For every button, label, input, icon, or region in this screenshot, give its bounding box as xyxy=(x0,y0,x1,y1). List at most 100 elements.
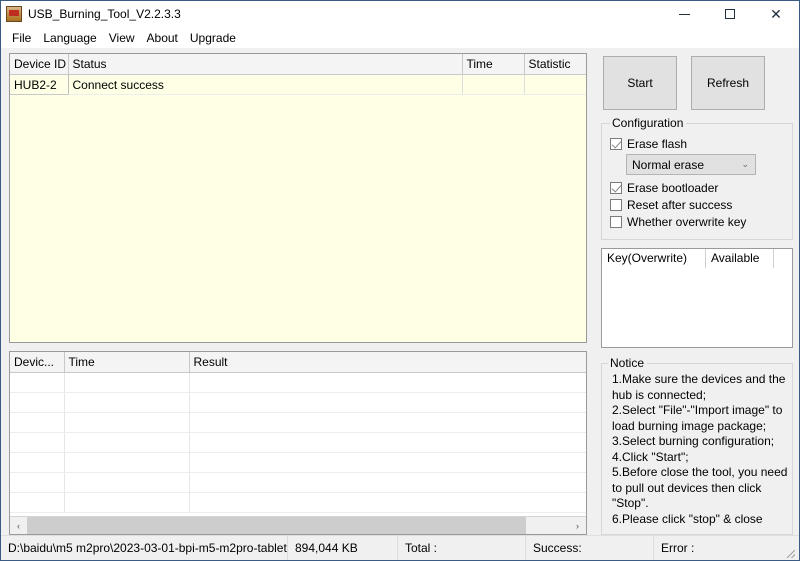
notice-line: 5.Before close the tool, you need to pul… xyxy=(612,465,788,510)
result-cell-result xyxy=(189,432,586,453)
result-cell-result xyxy=(189,412,586,433)
scroll-left-arrow-icon[interactable]: ‹ xyxy=(10,517,27,534)
result-col-time[interactable]: Time xyxy=(64,352,190,373)
configuration-legend: Configuration xyxy=(612,116,684,130)
checkbox-whether-overwrite-key[interactable]: Whether overwrite key xyxy=(610,215,786,229)
table-row[interactable]: HUB2-2 Connect success xyxy=(10,74,586,95)
menu-item-view[interactable]: View xyxy=(103,29,141,47)
result-cell-device xyxy=(10,432,65,453)
status-bar: D:\baidu\m5 m2pro\2023-03-01-bpi-m5-m2pr… xyxy=(1,535,799,560)
device-list[interactable]: Device ID Status Time Statistic HUB2-2 C… xyxy=(9,53,587,343)
menu-item-file[interactable]: File xyxy=(6,29,37,47)
device-cell-device-id: HUB2-2 xyxy=(10,74,69,95)
result-cell-result xyxy=(189,492,586,513)
result-cell-time xyxy=(64,452,190,473)
refresh-button[interactable]: Refresh xyxy=(691,56,765,110)
result-col-result[interactable]: Result xyxy=(189,352,586,373)
checkbox-reset-after-success-box-icon[interactable] xyxy=(610,199,622,211)
checkbox-erase-flash[interactable]: Erase flash xyxy=(610,137,786,151)
table-row[interactable] xyxy=(10,412,586,433)
menu-item-language[interactable]: Language xyxy=(37,29,102,47)
left-pane: Device ID Status Time Statistic HUB2-2 C… xyxy=(1,48,595,535)
result-cell-result xyxy=(189,472,586,493)
key-list[interactable]: Key(Overwrite) Available xyxy=(601,248,793,348)
table-row[interactable] xyxy=(10,452,586,473)
table-row[interactable] xyxy=(10,432,586,453)
checkbox-erase-flash-box-icon[interactable] xyxy=(610,138,622,150)
result-col-device[interactable]: Devic... xyxy=(10,352,65,373)
result-cell-time xyxy=(64,392,190,413)
device-col-device-id[interactable]: Device ID xyxy=(10,54,69,75)
scrollbar-thumb[interactable] xyxy=(27,517,526,534)
device-cell-status: Connect success xyxy=(68,74,463,95)
menu-item-upgrade[interactable]: Upgrade xyxy=(184,29,242,47)
resize-grip-icon[interactable] xyxy=(783,546,797,560)
result-list-table: Devic... Time Result xyxy=(10,352,586,513)
checkbox-erase-bootloader[interactable]: Erase bootloader xyxy=(610,181,786,195)
table-row[interactable] xyxy=(10,492,586,513)
result-cell-device xyxy=(10,392,65,413)
action-buttons: Start Refresh xyxy=(603,56,793,110)
result-list-header-row: Devic... Time Result xyxy=(10,352,586,373)
maximize-button[interactable] xyxy=(707,1,753,27)
status-image-path: D:\baidu\m5 m2pro\2023-03-01-bpi-m5-m2pr… xyxy=(1,536,288,560)
result-cell-result xyxy=(189,372,586,393)
status-success: Success: xyxy=(526,536,654,560)
result-cell-result xyxy=(189,452,586,473)
checkbox-whether-overwrite-key-label: Whether overwrite key xyxy=(627,215,747,229)
result-list-body xyxy=(10,372,586,513)
result-cell-result xyxy=(189,392,586,413)
scroll-right-arrow-icon[interactable]: › xyxy=(569,517,586,534)
result-cell-time xyxy=(64,492,190,513)
maximize-icon xyxy=(725,9,735,19)
result-cell-device xyxy=(10,472,65,493)
device-cell-statistic xyxy=(524,74,586,95)
result-cell-device xyxy=(10,492,65,513)
key-col-key-overwrite[interactable]: Key(Overwrite) xyxy=(602,249,706,268)
status-total: Total : xyxy=(398,536,526,560)
checkbox-reset-after-success-label: Reset after success xyxy=(627,198,733,212)
configuration-group: Configuration Erase flash Normal erase ⌄… xyxy=(601,116,793,240)
window-title: USB_Burning_Tool_V2.2.3.3 xyxy=(28,7,181,21)
notice-line: 6.Please click "stop" & close xyxy=(612,511,763,526)
notice-list: 1.Make sure the devices and the hub is c… xyxy=(608,372,788,527)
chevron-down-icon[interactable]: ⌄ xyxy=(741,159,749,170)
start-button[interactable]: Start xyxy=(603,56,677,110)
result-cell-time xyxy=(64,472,190,493)
menu-item-about[interactable]: About xyxy=(141,29,184,47)
result-list-horizontal-scrollbar[interactable]: ‹ › xyxy=(10,516,586,534)
checkbox-erase-bootloader-box-icon[interactable] xyxy=(610,182,622,194)
result-list-scroll-area[interactable]: Devic... Time Result xyxy=(10,352,586,516)
table-row[interactable] xyxy=(10,472,586,493)
notice-legend: Notice xyxy=(610,356,645,370)
table-row[interactable] xyxy=(10,392,586,413)
minimize-button[interactable] xyxy=(661,1,707,27)
scrollbar-track[interactable] xyxy=(27,517,569,534)
device-col-time[interactable]: Time xyxy=(462,54,525,75)
erase-mode-dropdown[interactable]: Normal erase ⌄ xyxy=(626,154,756,175)
right-pane: Start Refresh Configuration Erase flash … xyxy=(595,48,799,535)
table-row[interactable] xyxy=(10,372,586,393)
result-cell-time xyxy=(64,432,190,453)
key-col-available[interactable]: Available xyxy=(706,249,774,268)
title-bar: USB_Burning_Tool_V2.2.3.3 ✕ xyxy=(1,1,799,27)
result-cell-device xyxy=(10,452,65,473)
menu-bar: File Language View About Upgrade xyxy=(1,27,799,48)
close-icon: ✕ xyxy=(770,6,782,22)
device-col-status[interactable]: Status xyxy=(68,54,463,75)
result-list[interactable]: Devic... Time Result ‹ › xyxy=(9,351,587,535)
checkbox-erase-flash-label: Erase flash xyxy=(627,137,688,151)
window-controls: ✕ xyxy=(661,1,799,27)
result-cell-time xyxy=(64,412,190,433)
device-list-body: HUB2-2 Connect success xyxy=(10,74,586,95)
checkbox-reset-after-success[interactable]: Reset after success xyxy=(610,198,786,212)
notice-line: 3.Select burning configuration; xyxy=(612,434,775,448)
checkbox-whether-overwrite-key-box-icon[interactable] xyxy=(610,216,622,228)
minimize-icon xyxy=(678,13,690,15)
result-cell-device xyxy=(10,412,65,433)
close-button[interactable]: ✕ xyxy=(753,1,799,27)
device-col-statistic[interactable]: Statistic xyxy=(524,54,586,75)
notice-line: 4.Click "Start"; xyxy=(612,449,689,464)
app-icon xyxy=(6,6,22,22)
notice-group: Notice 1.Make sure the devices and the h… xyxy=(601,356,793,535)
